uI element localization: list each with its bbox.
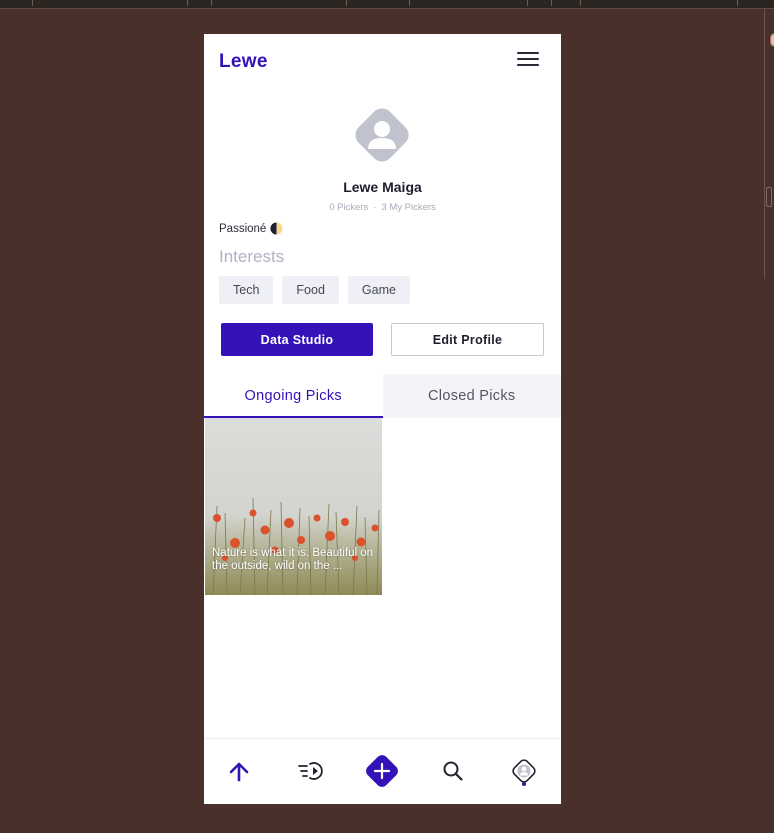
my-pickers-count[interactable]: 3 My Pickers — [381, 202, 435, 213]
mood-status: Passioné — [219, 222, 283, 235]
record-indicator-icon — [770, 33, 774, 47]
search-icon[interactable] — [433, 751, 473, 791]
interest-tag[interactable]: Game — [347, 276, 410, 304]
phone-screen: Lewe Lewe Maiga 0 Pickers · 3 My Pickers P… — [204, 34, 561, 804]
mood-label: Passioné — [219, 222, 267, 235]
pick-card[interactable]: Nature is what it is. Beautiful on the o… — [205, 418, 382, 595]
profile-name: Lewe Maiga — [343, 179, 422, 195]
add-icon[interactable] — [362, 751, 402, 791]
app-header: Lewe — [204, 34, 561, 88]
profile-avatar[interactable] — [350, 103, 414, 167]
pickers-count[interactable]: 0 Pickers — [329, 202, 368, 213]
pick-caption: Nature is what it is. Beautiful on the o… — [212, 547, 374, 572]
stats-separator: · — [373, 202, 377, 213]
profile-stats: 0 Pickers · 3 My Pickers — [204, 202, 561, 213]
arrow-up-icon[interactable] — [219, 751, 259, 791]
moon-icon — [270, 222, 283, 235]
interest-tag[interactable]: Food — [282, 276, 339, 304]
window-top-strip — [0, 0, 774, 9]
play-list-icon[interactable] — [291, 751, 331, 791]
picks-tabs: Ongoing Picks Closed Picks — [204, 374, 561, 418]
brand-logo[interactable]: Lewe — [219, 51, 268, 73]
tab-ongoing-picks[interactable]: Ongoing Picks — [204, 374, 383, 418]
interests-heading: Interests — [219, 247, 285, 266]
interests-list: Tech Food Game — [219, 276, 410, 304]
bottom-navigation — [204, 738, 561, 804]
interest-tag[interactable]: Tech — [219, 276, 274, 304]
tab-closed-picks[interactable]: Closed Picks — [383, 374, 562, 418]
active-indicator — [522, 782, 526, 786]
data-studio-button[interactable]: Data Studio — [221, 323, 373, 356]
resize-handle[interactable] — [766, 187, 772, 207]
side-panel-edge — [764, 9, 774, 279]
menu-icon[interactable] — [517, 52, 539, 68]
edit-profile-button[interactable]: Edit Profile — [391, 323, 544, 356]
